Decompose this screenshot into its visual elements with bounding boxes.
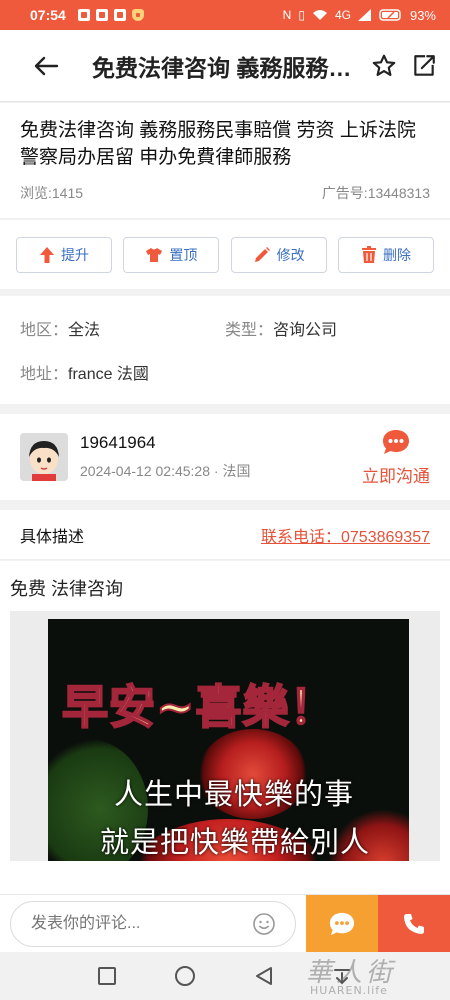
arrow-up-icon [40, 246, 54, 263]
message-button[interactable] [306, 895, 378, 953]
post-header: 免费法律咨询 義務服務民事賠償 劳资 上诉法院 警察局办居留 申办免費律師服務 … [0, 103, 450, 218]
phone-link[interactable]: 联系电话：0753869357 [261, 523, 430, 547]
battery-percent: 93% [409, 7, 436, 23]
post-details: 地区： 全法 类型： 咨询公司 地址： france 法國 [0, 296, 450, 404]
image-greeting-line: 就是把快樂帶給別人 [100, 825, 371, 859]
trash-icon [361, 245, 376, 263]
edit-label: 修改 [276, 246, 305, 263]
cartoon-avatar-icon [20, 433, 68, 481]
signal-icon [357, 9, 371, 21]
post-timestamp: 2024-04-12 02:45:28 · 法国 [80, 463, 251, 479]
back-button[interactable] [18, 30, 74, 102]
region-value: 全法 [68, 322, 101, 339]
content-image-frame: 早安~喜樂！ 人生中最快樂的事 就是把快樂帶給別人 [10, 611, 440, 861]
type-value: 咨询公司 [273, 322, 338, 339]
promote-button[interactable]: 提升 [16, 236, 112, 273]
share-button[interactable] [404, 30, 444, 102]
keyboard-hide-button[interactable] [330, 964, 354, 988]
status-bar: 07:54 N ▯ 4G 93% [0, 0, 450, 30]
avatar[interactable] [20, 433, 68, 481]
pin-top-button[interactable]: 置顶 [123, 236, 220, 273]
address-value: france 法國 [68, 366, 149, 383]
square-icon [98, 967, 116, 985]
share-icon [414, 54, 435, 76]
type-key: 类型： [225, 322, 274, 339]
circle-icon [175, 966, 195, 986]
pdf-notification-icon [113, 9, 126, 21]
chat-now-label: 立即沟通 [362, 466, 430, 486]
poster-card: 19641964 2024-04-12 02:45:28 · 法国 立即沟通 [0, 414, 450, 500]
shirt-icon [146, 247, 163, 262]
phone-icon [404, 914, 424, 934]
system-navigation-bar [0, 952, 450, 1000]
recents-button[interactable] [95, 964, 119, 988]
address-field: 地址： france 法國 [20, 360, 149, 384]
region-key: 地区： [20, 322, 69, 339]
wifi-icon [312, 10, 327, 20]
shield-notification-icon [131, 9, 144, 21]
action-bar: 提升 置顶 修改 删除 [0, 219, 450, 289]
vibrate-icon: ▯ [298, 8, 305, 22]
nfc-icon: N [282, 8, 292, 22]
description-text: 免费 法律咨询 [10, 579, 124, 599]
chat-bubble-icon [383, 429, 409, 454]
emoji-button[interactable] [252, 912, 276, 941]
greeting-image[interactable]: 早安~喜樂！ 人生中最快樂的事 就是把快樂帶給別人 [48, 619, 409, 861]
view-count: 浏览:1415 [20, 185, 84, 201]
back-nav-button[interactable] [252, 964, 276, 988]
description-header: 具体描述 联系电话：0753869357 [0, 510, 450, 560]
call-button[interactable] [378, 895, 450, 953]
pin-top-label: 置顶 [169, 246, 198, 263]
description-body: 免费 法律咨询 早安~喜樂！ 人生中最快樂的事 就是把快樂帶給別人 [0, 561, 450, 896]
promote-label: 提升 [61, 246, 89, 263]
triangle-back-icon [256, 967, 272, 985]
chat-now-button[interactable]: 立即沟通 [362, 428, 430, 487]
description-label: 具体描述 [20, 528, 85, 546]
ad-number: 广告号:13448313 [321, 185, 430, 201]
delete-button[interactable]: 删除 [337, 236, 434, 273]
status-time: 07:54 [30, 7, 66, 23]
edit-button[interactable]: 修改 [230, 236, 327, 273]
image-greeting-title: 早安~喜樂！ [61, 679, 337, 735]
post-title: 免费法律咨询 義務服務民事賠償 劳资 上诉法院 警察局办居留 申办免費律師服務 [20, 120, 416, 168]
home-button[interactable] [173, 964, 197, 988]
comment-bar [0, 894, 450, 953]
region-field: 地区： 全法 [20, 316, 225, 340]
network-icon: 4G [334, 8, 351, 22]
pencil-icon [254, 246, 270, 262]
delete-label: 删除 [382, 246, 411, 263]
star-icon [372, 54, 396, 76]
chevron-down-icon [334, 969, 350, 985]
favorite-button[interactable] [364, 30, 404, 102]
battery-icon [379, 9, 401, 21]
address-key: 地址： [20, 366, 69, 383]
top-app-bar: 免费法律咨询 義務服務民事賠償 劳资 上诉法院 警察局办居留 申办免費律師服務 [0, 30, 450, 102]
type-field: 类型： 咨询公司 [225, 316, 430, 340]
chat-bubble-icon [329, 912, 355, 936]
pdf-notification-icon [77, 9, 90, 21]
pdf-notification-icon [95, 9, 108, 21]
page-title: 免费法律咨询 義務服務民事賠償 劳资 上诉法院 警察局办居留 申办免費律師服務 [92, 54, 364, 81]
image-greeting-line: 人生中最快樂的事 [114, 777, 355, 811]
arrow-left-icon [34, 56, 59, 76]
smile-icon [253, 913, 275, 935]
user-name: 19641964 [80, 433, 156, 452]
